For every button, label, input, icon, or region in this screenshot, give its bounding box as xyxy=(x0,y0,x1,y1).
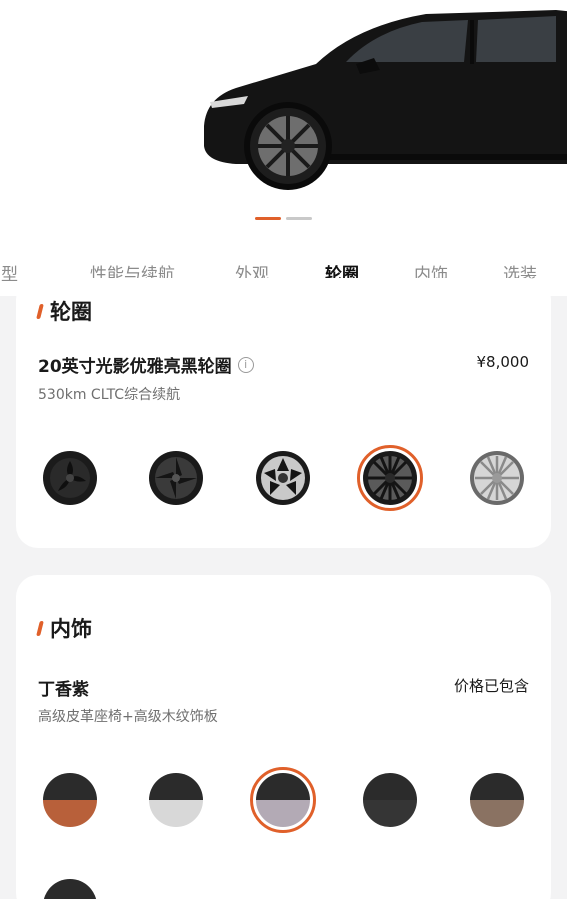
car-hero-carousel[interactable] xyxy=(0,0,567,250)
interior-option-6[interactable] xyxy=(37,873,103,899)
accent-bar-icon xyxy=(36,620,44,636)
wheel-aero-black-icon xyxy=(43,451,97,505)
tab-model[interactable]: 车型 xyxy=(0,260,18,285)
interior-option-2[interactable] xyxy=(143,767,209,833)
wheels-section-title: 轮圈 xyxy=(36,296,92,326)
info-icon[interactable]: i xyxy=(237,356,254,373)
wheel-option-3[interactable] xyxy=(250,445,316,511)
carousel-dot-2[interactable] xyxy=(286,217,312,220)
interior-subtitle: 高级皮革座椅+高级木纹饰板 xyxy=(38,709,218,725)
wheel-gloss-black-icon xyxy=(363,451,417,505)
wheel-option-name: 20英寸光影优雅亮黑轮圈 i xyxy=(38,352,254,377)
wheel-option-1[interactable] xyxy=(37,445,103,511)
interior-option-5[interactable] xyxy=(464,767,530,833)
wheel-machined-icon xyxy=(256,451,310,505)
interior-title-text: 内饰 xyxy=(50,617,92,641)
carousel-dot-1[interactable] xyxy=(255,217,281,220)
interior-swatch-2 xyxy=(149,773,203,827)
interior-swatch-5 xyxy=(470,773,524,827)
wheels-title-text: 轮圈 xyxy=(50,300,92,324)
wheel-option-4-selected[interactable] xyxy=(357,445,423,511)
carousel-indicator xyxy=(255,217,312,220)
wheel-option-2[interactable] xyxy=(143,445,209,511)
interior-swatch-1 xyxy=(43,773,97,827)
wheel-name-text: 20英寸光影优雅亮黑轮圈 xyxy=(38,357,232,377)
wheels-card: 轮圈 20英寸光影优雅亮黑轮圈 i ¥8,000 530km CLTC综合续航 xyxy=(16,278,551,548)
interior-section-title: 内饰 xyxy=(36,613,92,643)
interior-option-name: 丁香紫 xyxy=(38,680,89,700)
interior-price: 价格已包含 xyxy=(453,677,529,695)
interior-option-1[interactable] xyxy=(37,767,103,833)
wheel-option-5[interactable] xyxy=(464,445,530,511)
interior-swatch-4 xyxy=(363,773,417,827)
car-image xyxy=(204,10,567,190)
wheel-range-subtitle: 530km CLTC综合续航 xyxy=(38,387,181,403)
wheel-silver-icon xyxy=(470,451,524,505)
interior-option-3-selected[interactable] xyxy=(250,767,316,833)
interior-swatch-6 xyxy=(43,879,97,899)
interior-option-4[interactable] xyxy=(357,767,423,833)
wheel-twist-black-icon xyxy=(149,451,203,505)
accent-bar-icon xyxy=(36,303,44,319)
interior-card: 内饰 丁香紫 价格已包含 高级皮革座椅+高级木纹饰板 xyxy=(16,575,551,899)
interior-swatch-3 xyxy=(256,773,310,827)
wheel-price: ¥8,000 xyxy=(476,353,530,371)
